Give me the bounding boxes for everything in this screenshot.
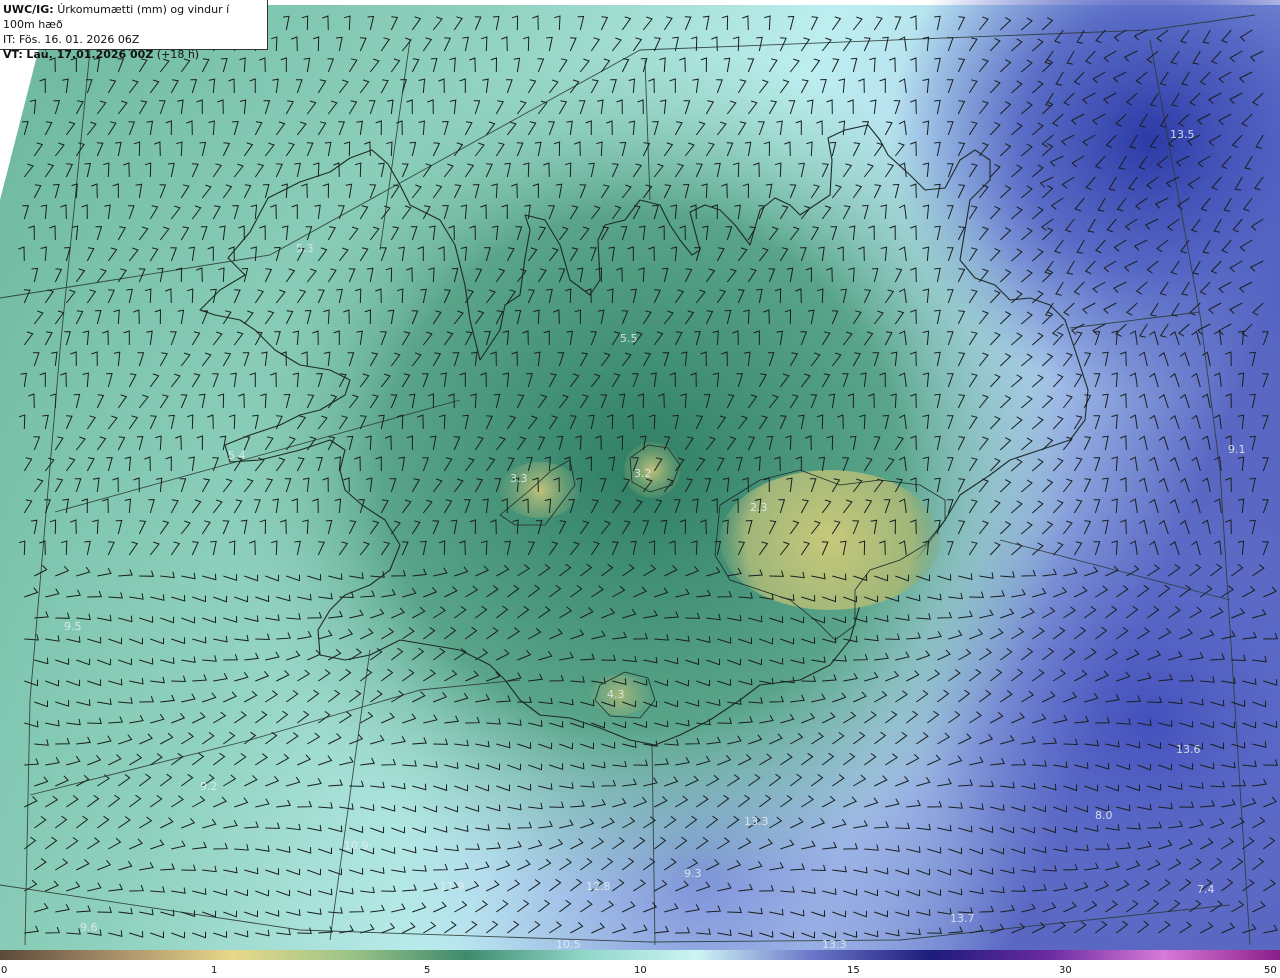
field-label: 7.4 <box>1197 883 1215 896</box>
field-label: 13.6 <box>1176 743 1201 756</box>
field-label: 10.5 <box>556 938 581 950</box>
field-label: 3.3 <box>510 472 528 485</box>
field-label: 5.5 <box>620 332 638 345</box>
field-label: 13.7 <box>950 912 975 925</box>
vt-value: Lau. 17.01.2026 00Z <box>26 48 154 61</box>
vt-label: VT: <box>3 48 23 61</box>
colorbar-tick: 10 <box>634 965 647 976</box>
field-label: 9.6 <box>80 921 98 934</box>
field-label: 5.3 <box>296 242 314 255</box>
field-label: 3.2 <box>634 467 652 480</box>
colorbar-tick: 0 <box>1 965 8 976</box>
product-code: UWC/IG: <box>3 3 54 16</box>
field-label: 9.1 <box>1228 443 1246 456</box>
field-label: 9.5 <box>64 620 82 633</box>
field-label: 13.3 <box>822 938 847 950</box>
lead-time: (+18 h) <box>156 48 200 61</box>
field-label: 4.3 <box>607 688 625 701</box>
colorbar-tick: 5 <box>424 965 431 976</box>
colorbar: 0 1 5 10 15 30 50 <box>0 950 1280 978</box>
title-line: UWC/IG: Úrkomumætti (mm) og vindur í 100… <box>3 2 264 32</box>
it-label: IT: <box>3 33 16 46</box>
field-label: 13.5 <box>1170 128 1195 141</box>
colorbar-strip <box>0 950 1280 960</box>
field-label: 5.4 <box>228 449 246 462</box>
colorbar-tick: 50 <box>1264 965 1277 976</box>
field-label: 2.3 <box>750 501 768 514</box>
field-label: 11.9 <box>440 880 465 893</box>
field-label: 12.8 <box>586 880 611 893</box>
field-label: 9.2 <box>200 780 218 793</box>
it-value: Fös. 16. 01. 2026 06Z <box>18 33 140 46</box>
colorbar-tick: 15 <box>847 965 860 976</box>
field-label: 10.9 <box>344 839 369 852</box>
map-info-box: UWC/IG: Úrkomumætti (mm) og vindur í 100… <box>0 0 268 61</box>
colorbar-tick: 30 <box>1059 965 1072 976</box>
field-label: 9.3 <box>684 867 702 880</box>
precipitable-water-wind-map: 5.3 5.5 5.4 3.3 3.2 2.3 4.3 13.5 13.6 13… <box>0 0 1280 950</box>
init-time-line: IT: Fös. 16. 01. 2026 06Z <box>3 32 264 47</box>
field-label: 8.0 <box>1095 809 1113 822</box>
field-label: 13.3 <box>744 815 769 828</box>
valid-time-line: VT: Lau. 17.01.2026 00Z (+18 h) <box>3 47 264 62</box>
colorbar-tick: 1 <box>211 965 218 976</box>
